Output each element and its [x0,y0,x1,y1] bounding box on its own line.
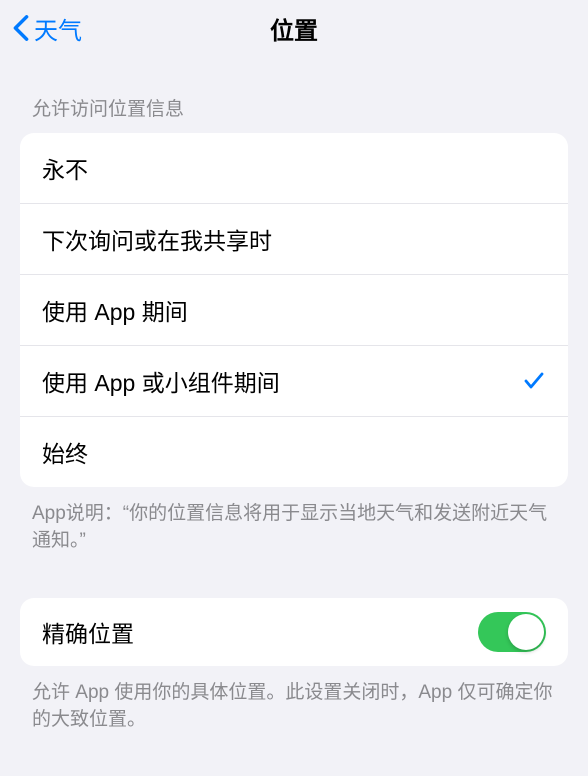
navigation-bar: 天气 位置 [0,0,588,56]
option-never[interactable]: 永不 [20,133,568,203]
option-label: 使用 App 期间 [42,293,546,327]
precise-location-label: 精确位置 [42,615,134,649]
page-title: 位置 [270,11,318,46]
checkmark-icon [522,369,546,393]
back-button[interactable]: 天气 [8,7,86,50]
back-label: 天气 [34,11,82,46]
section-header-location-access: 允许访问位置信息 [0,56,588,133]
option-while-using-app-or-widget[interactable]: 使用 App 或小组件期间 [20,345,568,416]
precise-location-toggle[interactable] [478,612,546,652]
section-footer-app-description: App说明：“你的位置信息将用于显示当地天气和发送附近天气通知。” [0,487,588,554]
option-label: 永不 [42,151,546,185]
option-while-using-app[interactable]: 使用 App 期间 [20,274,568,345]
option-always[interactable]: 始终 [20,416,568,487]
location-access-list: 永不 下次询问或在我共享时 使用 App 期间 使用 App 或小组件期间 始终 [20,133,568,487]
option-label: 始终 [42,435,546,469]
precise-location-row: 精确位置 [20,598,568,666]
option-label: 下次询问或在我共享时 [42,222,546,256]
precise-location-group: 精确位置 [20,598,568,666]
spacer [0,554,588,598]
toggle-knob [508,614,544,650]
chevron-left-icon [12,14,30,42]
option-ask-next-time[interactable]: 下次询问或在我共享时 [20,203,568,274]
option-label: 使用 App 或小组件期间 [42,364,522,398]
section-footer-precise-location: 允许 App 使用你的具体位置。此设置关闭时，App 仅可确定你的大致位置。 [0,666,588,733]
